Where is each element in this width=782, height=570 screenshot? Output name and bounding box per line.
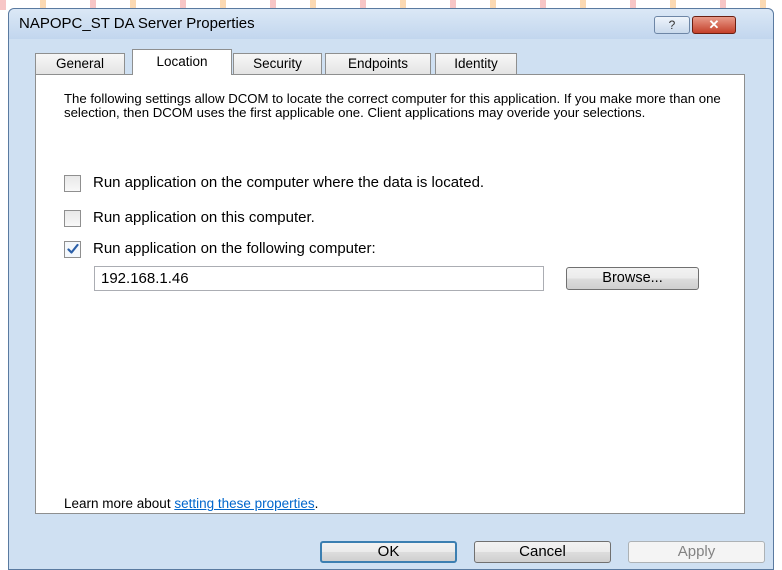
browse-button[interactable]: Browse...: [566, 267, 699, 290]
window-title: NAPOPC_ST DA Server Properties: [19, 15, 255, 32]
tab-general[interactable]: General: [35, 53, 125, 74]
tab-location[interactable]: Location: [132, 49, 232, 75]
checkmark-icon: [67, 243, 79, 254]
properties-dialog: NAPOPC_ST DA Server Properties ? ✕ Gener…: [8, 8, 774, 570]
computer-name-input[interactable]: 192.168.1.46: [94, 266, 544, 291]
tab-security[interactable]: Security: [233, 53, 322, 74]
option-data-location-label: Run application on the computer where th…: [93, 174, 485, 191]
tab-endpoints-label: Endpoints: [347, 56, 409, 71]
learn-more-prefix: Learn more about: [64, 496, 175, 511]
close-icon: ✕: [708, 17, 720, 32]
checkbox-following-computer[interactable]: [64, 241, 81, 258]
tab-security-label: Security: [253, 56, 302, 71]
option-this-computer-label: Run application on this computer.: [93, 209, 315, 226]
learn-more-text: Learn more about setting these propertie…: [64, 496, 318, 511]
tab-general-label: General: [55, 56, 105, 71]
cancel-button[interactable]: Cancel: [474, 541, 611, 563]
tab-identity-label: Identity: [454, 56, 498, 71]
tab-identity[interactable]: Identity: [435, 53, 517, 74]
learn-more-suffix: .: [314, 496, 319, 511]
option-following-computer-label: Run application on the following compute…: [93, 240, 376, 257]
checkbox-this-computer[interactable]: [64, 210, 81, 227]
help-button[interactable]: ?: [654, 16, 690, 34]
learn-more-link[interactable]: setting these properties: [174, 496, 314, 511]
ok-button[interactable]: OK: [320, 541, 457, 563]
help-icon: ?: [668, 18, 676, 32]
checkbox-data-location[interactable]: [64, 175, 81, 192]
location-panel: The following settings allow DCOM to loc…: [35, 74, 745, 514]
close-button[interactable]: ✕: [692, 16, 736, 34]
location-description: The following settings allow DCOM to loc…: [64, 91, 721, 120]
tab-location-label: Location: [156, 54, 208, 69]
apply-button[interactable]: Apply: [628, 541, 765, 563]
title-bar: NAPOPC_ST DA Server Properties ? ✕: [9, 9, 773, 39]
tab-endpoints[interactable]: Endpoints: [325, 53, 431, 74]
